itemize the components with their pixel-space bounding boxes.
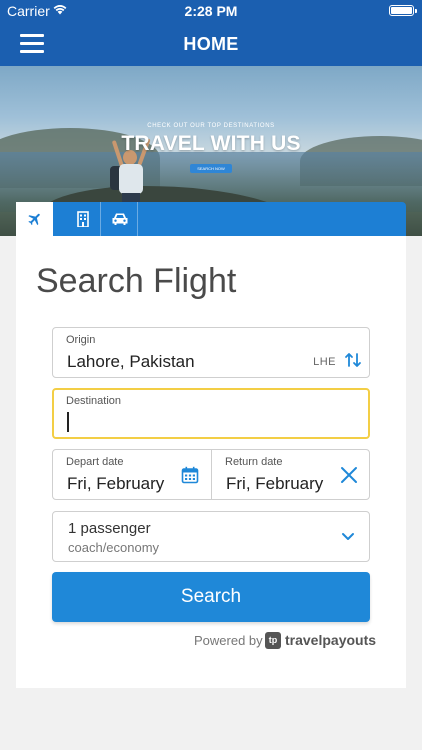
tab-flights[interactable]	[16, 202, 53, 236]
status-time: 2:28 PM	[184, 3, 238, 19]
origin-airport-code: LHE	[313, 356, 336, 368]
travelpayouts-logo-icon: tp	[265, 632, 281, 649]
search-flight-card: Search Flight Origin Lahore, Pakistan LH…	[16, 236, 406, 688]
status-bar: Carrier 2:28 PM	[0, 0, 422, 22]
return-date-label: Return date	[225, 456, 283, 468]
hero-title: TRAVEL WITH US	[121, 132, 301, 155]
car-icon	[112, 213, 127, 225]
hotel-building-icon	[76, 211, 89, 227]
powered-by-label: Powered by	[194, 633, 263, 648]
nav-bar: HOME	[0, 22, 422, 66]
chevron-down-icon	[342, 533, 354, 540]
search-flight-heading: Search Flight	[36, 262, 237, 300]
tab-hotels[interactable]	[64, 202, 101, 236]
return-date-field[interactable]: Return date Fri, February	[211, 449, 370, 500]
close-icon[interactable]	[339, 465, 359, 485]
depart-date-label: Depart date	[66, 456, 124, 468]
depart-date-field[interactable]: Depart date Fri, February	[52, 449, 212, 500]
swap-arrows-icon[interactable]	[343, 350, 363, 370]
search-button[interactable]: Search	[52, 572, 370, 622]
depart-date-value: Fri, February	[67, 474, 165, 493]
origin-field[interactable]: Origin Lahore, Pakistan LHE	[52, 327, 370, 378]
destination-field[interactable]: Destination	[52, 388, 370, 439]
origin-label: Origin	[66, 334, 96, 346]
hero-search-now-button[interactable]: SEARCH NOW	[190, 164, 232, 173]
battery-icon	[389, 5, 417, 16]
calendar-icon[interactable]	[181, 466, 199, 484]
passengers-class-selector[interactable]: 1 passenger coach/economy	[52, 511, 370, 562]
travelpayouts-brand: travelpayouts	[285, 632, 377, 648]
passenger-count: 1 passenger	[68, 520, 151, 537]
search-type-tabs	[16, 202, 406, 236]
page-title: HOME	[183, 34, 239, 54]
tab-cars[interactable]	[101, 202, 138, 236]
origin-value: Lahore, Pakistan	[67, 352, 195, 371]
hero-subtitle: CHECK OUT OUR TOP DESTINATIONS	[147, 123, 275, 129]
return-date-value: Fri, February	[226, 474, 324, 493]
cabin-class: coach/economy	[68, 540, 160, 555]
airplane-icon	[27, 213, 40, 226]
